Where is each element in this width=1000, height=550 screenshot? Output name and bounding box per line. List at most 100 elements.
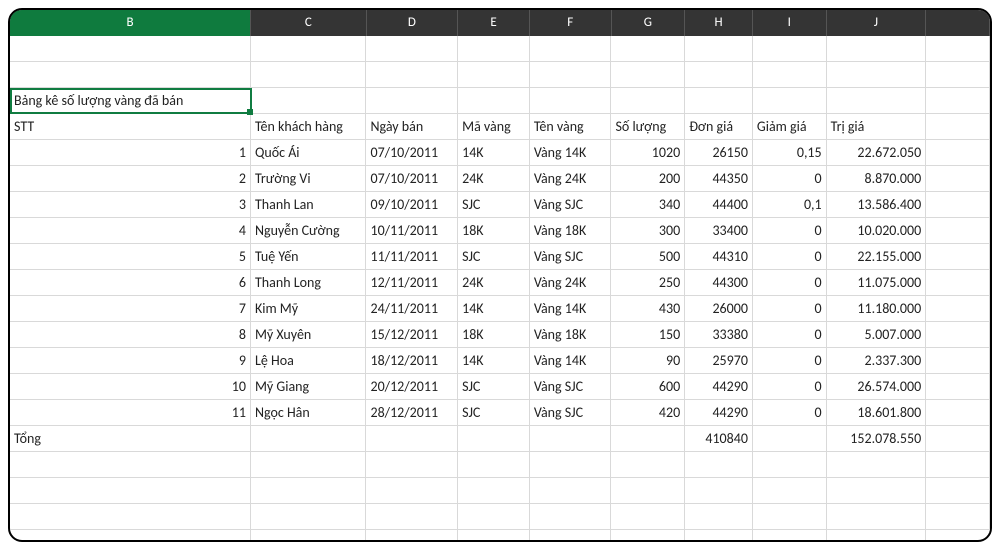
cell-ma[interactable]: 24K [458, 166, 530, 192]
cell[interactable] [685, 62, 753, 88]
cell[interactable] [530, 426, 612, 452]
cell[interactable] [926, 114, 990, 140]
cell-ma[interactable]: SJC [458, 192, 530, 218]
cell-ngay[interactable]: 18/12/2011 [366, 348, 458, 374]
column-header-G[interactable]: G [612, 10, 686, 36]
cell[interactable] [926, 348, 990, 374]
cell-dg[interactable]: 26150 [685, 140, 753, 166]
cell[interactable] [926, 426, 990, 452]
cell[interactable] [827, 36, 927, 62]
cell[interactable] [926, 140, 990, 166]
cell[interactable] [926, 62, 990, 88]
cell-title[interactable] [10, 88, 251, 114]
cell-dg[interactable]: 25970 [685, 348, 753, 374]
cell-tenv[interactable]: Vàng SJC [530, 400, 612, 426]
cell[interactable] [926, 218, 990, 244]
cell-sl[interactable]: 340 [611, 192, 685, 218]
cell[interactable] [611, 452, 685, 478]
cell[interactable] [530, 62, 612, 88]
header-so-luong[interactable]: Số lượng [611, 114, 685, 140]
cell[interactable] [10, 478, 251, 504]
cell[interactable] [366, 478, 458, 504]
cell-gg[interactable]: 0 [753, 348, 827, 374]
cell-sl[interactable]: 90 [611, 348, 685, 374]
cell[interactable] [251, 426, 367, 452]
cell-gg[interactable]: 0 [753, 322, 827, 348]
column-header-D[interactable]: D [367, 10, 459, 36]
cell-sl[interactable]: 150 [611, 322, 685, 348]
cell-stt[interactable]: 6 [10, 270, 251, 296]
cell-gg[interactable]: 0,1 [753, 192, 827, 218]
cell[interactable] [611, 504, 685, 530]
cell[interactable] [251, 36, 367, 62]
totals-trigia[interactable]: 152.078.550 [827, 426, 927, 452]
cell-stt[interactable]: 2 [10, 166, 251, 192]
cell-sl[interactable]: 1020 [611, 140, 685, 166]
cell-ngay[interactable]: 12/11/2011 [366, 270, 458, 296]
cell-ma[interactable]: SJC [458, 400, 530, 426]
cell[interactable] [753, 452, 827, 478]
header-ma-vang[interactable]: Mã vàng [458, 114, 530, 140]
column-header-B[interactable]: B [10, 10, 251, 36]
cell-sl[interactable]: 420 [611, 400, 685, 426]
cell[interactable] [366, 426, 458, 452]
cell[interactable] [611, 62, 685, 88]
cell-stt[interactable]: 7 [10, 296, 251, 322]
cell[interactable] [827, 478, 927, 504]
cell-tg[interactable]: 11.180.000 [827, 296, 927, 322]
cell-tg[interactable]: 10.020.000 [827, 218, 927, 244]
cell[interactable] [251, 530, 367, 542]
cell[interactable] [530, 530, 612, 542]
header-ten-khach[interactable]: Tên khách hàng [251, 114, 367, 140]
cell-ma[interactable]: 14K [458, 140, 530, 166]
cell[interactable] [458, 452, 530, 478]
cell[interactable] [827, 452, 927, 478]
cell-gg[interactable]: 0 [753, 374, 827, 400]
cell[interactable] [926, 88, 990, 114]
cell[interactable] [366, 36, 458, 62]
cell[interactable] [458, 426, 530, 452]
column-header-J[interactable]: J [827, 10, 927, 36]
cell-dg[interactable]: 44290 [685, 374, 753, 400]
cell[interactable] [251, 62, 367, 88]
cell-stt[interactable]: 5 [10, 244, 251, 270]
cell[interactable] [611, 530, 685, 542]
totals-dongia[interactable]: 410840 [685, 426, 753, 452]
cell[interactable] [366, 504, 458, 530]
cell-tg[interactable]: 2.337.300 [827, 348, 927, 374]
column-header-E[interactable]: E [458, 10, 530, 36]
cell[interactable] [366, 530, 458, 542]
cell[interactable] [926, 504, 990, 530]
cell[interactable] [753, 478, 827, 504]
column-header-F[interactable]: F [530, 10, 612, 36]
header-ngay-ban[interactable]: Ngày bán [366, 114, 458, 140]
cell[interactable] [827, 62, 927, 88]
cell[interactable] [926, 270, 990, 296]
cell-ma[interactable]: 18K [458, 322, 530, 348]
cell[interactable] [366, 88, 458, 114]
cell-ma[interactable]: 24K [458, 270, 530, 296]
cell-ten[interactable]: Trường Vi [251, 166, 367, 192]
cell[interactable] [926, 452, 990, 478]
cell-ten[interactable]: Mỹ Xuyên [251, 322, 367, 348]
cell-stt[interactable]: 11 [10, 400, 251, 426]
cell-ngay[interactable]: 10/11/2011 [366, 218, 458, 244]
cell-ten[interactable]: Mỹ Giang [251, 374, 367, 400]
cell-gg[interactable]: 0 [753, 270, 827, 296]
cell-stt[interactable]: 8 [10, 322, 251, 348]
cell-tg[interactable]: 22.155.000 [827, 244, 927, 270]
cell[interactable] [366, 62, 458, 88]
cell[interactable] [530, 36, 612, 62]
cell-ma[interactable]: SJC [458, 244, 530, 270]
cell[interactable] [753, 88, 827, 114]
cell-sl[interactable]: 200 [611, 166, 685, 192]
cell-sl[interactable]: 250 [611, 270, 685, 296]
cell-stt[interactable]: 4 [10, 218, 251, 244]
cell-stt[interactable]: 1 [10, 140, 251, 166]
totals-label[interactable]: Tổng [10, 426, 251, 452]
cell[interactable] [926, 374, 990, 400]
cell-ngay[interactable]: 07/10/2011 [366, 166, 458, 192]
cell-gg[interactable]: 0 [753, 218, 827, 244]
cell-tenv[interactable]: Vàng 18K [530, 218, 612, 244]
cell-dg[interactable]: 33380 [685, 322, 753, 348]
